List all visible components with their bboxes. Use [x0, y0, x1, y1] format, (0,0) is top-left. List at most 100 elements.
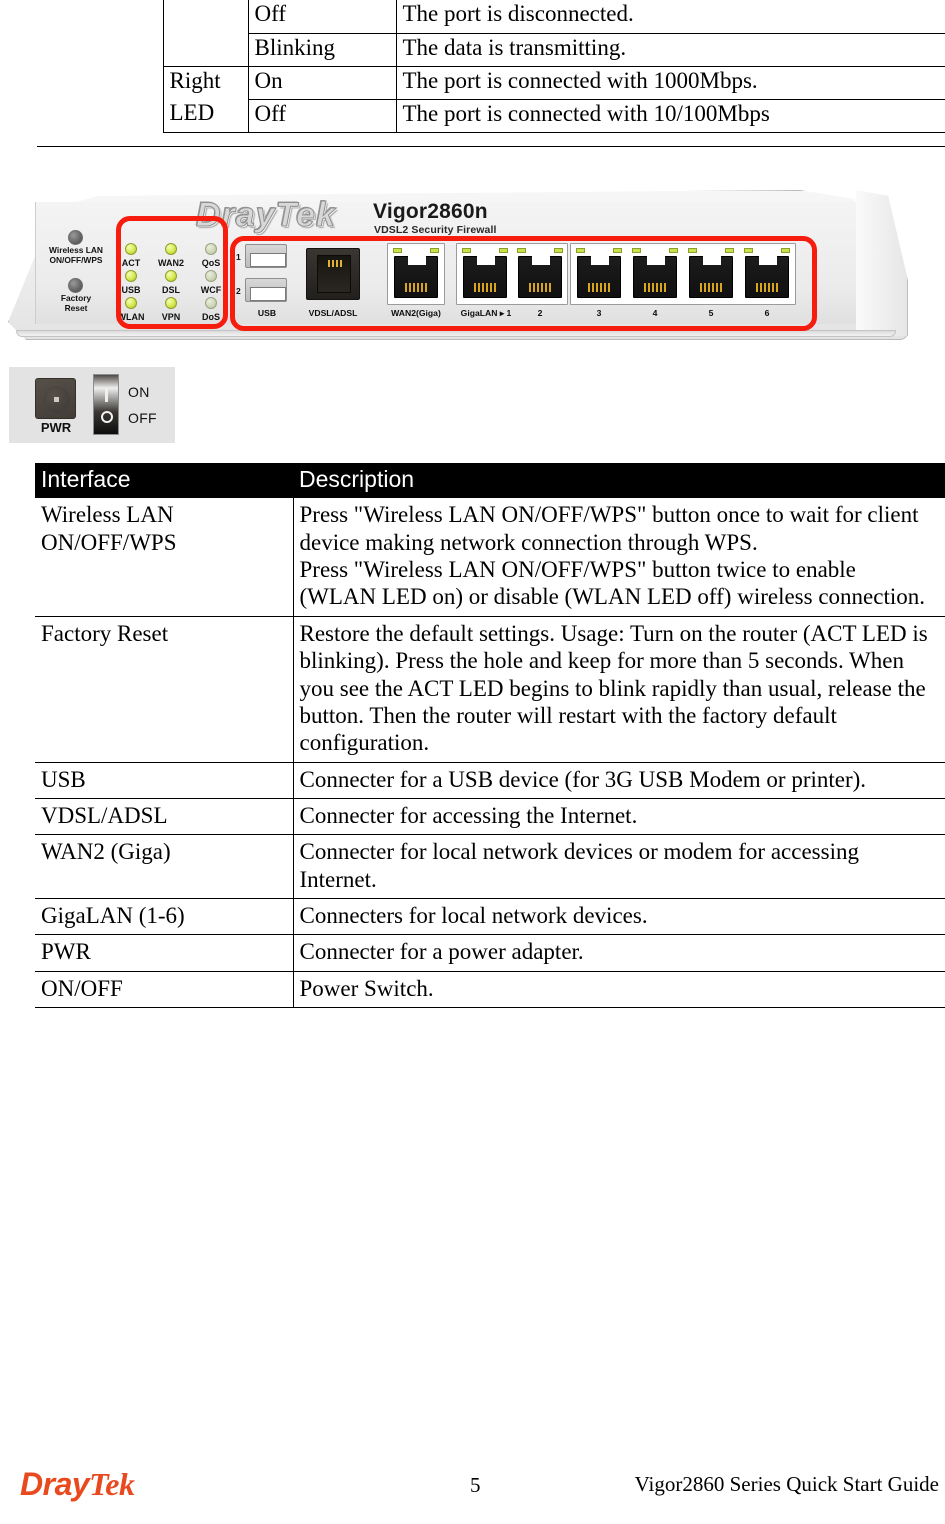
dos-led-label: DoS — [202, 312, 220, 322]
led-desc-cell: The data is transmitting. — [395, 32, 945, 67]
table-row: Blinking The data is transmitting. — [37, 32, 945, 67]
led-state-cell: Blinking — [247, 32, 397, 67]
wan2-left-led-icon — [393, 248, 402, 253]
gigalan-port-2[interactable] — [518, 256, 562, 298]
qos-led-label: QoS — [201, 258, 221, 268]
switch-on-symbol-icon — [105, 388, 108, 402]
gigalan-port-4[interactable] — [633, 256, 677, 298]
power-jack-connector[interactable] — [35, 378, 76, 419]
table-row: PWR Connecter for a power adapter. — [35, 934, 945, 972]
table-row: VDSL/ADSL Connecter for accessing the Int… — [35, 798, 945, 836]
gigalan-port-3[interactable] — [577, 256, 621, 298]
vdsl-adsl-port[interactable] — [306, 248, 360, 300]
guide-title: Vigor2860 Series Quick Start Guide — [634, 1472, 939, 1496]
usb-led-icon — [125, 270, 137, 282]
factory-reset-label-line2: Reset — [64, 302, 88, 313]
gigalan-port-4-label: 4 — [652, 308, 658, 318]
wlan-led-label: WLAN — [117, 312, 145, 322]
chassis-right-side — [856, 190, 908, 336]
lan3-left-led-icon — [576, 248, 585, 253]
lan1-right-led-icon — [499, 248, 508, 253]
interface-name-cell: ON/OFF — [35, 971, 294, 1009]
wireless-lan-button-label: Wireless LAN ON/OFF/WPS — [34, 245, 118, 266]
led-group-cell-empty — [37, 99, 164, 132]
pwr-label: PWR — [40, 420, 72, 435]
interface-description-table: Interface Description Wireless LAN ON/OF… — [35, 463, 945, 1009]
wan2-rj45-port[interactable] — [394, 256, 438, 298]
factory-reset-button[interactable] — [68, 278, 83, 293]
dsl-led-icon — [165, 270, 177, 282]
wireless-lan-wps-button[interactable] — [68, 230, 83, 245]
interface-description-cell: Connecter for a power adapter. — [293, 934, 945, 972]
interface-name-cell: Factory Reset — [35, 616, 294, 763]
lan5-right-led-icon — [725, 248, 734, 253]
page-number: 5 — [470, 1473, 481, 1497]
switch-off-label: OFF — [128, 410, 157, 426]
section-rule — [37, 146, 945, 147]
table-row: Off The port is disconnected. — [37, 0, 945, 34]
draytek-logo-embossed: DrayTek — [196, 196, 336, 235]
gigalan-port-6[interactable] — [745, 256, 789, 298]
lan5-pins — [700, 283, 724, 292]
interface-name-cell: USB — [35, 762, 294, 799]
wan2-led-icon — [165, 243, 177, 255]
table-row: Wireless LAN ON/OFF/WPS Press "Wireless L… — [35, 498, 945, 617]
gigalan-port-1[interactable] — [463, 256, 507, 298]
usb-port-1-number: 1 — [236, 252, 241, 262]
gigalan-port-5-label: 5 — [708, 308, 714, 318]
led-group-cell: Right — [162, 65, 249, 99]
lan1-left-led-icon — [462, 248, 471, 253]
table-row: USB Connecter for a USB device (for 3G US… — [35, 762, 945, 799]
draytek-footer-logo: DrayTek — [20, 1466, 135, 1503]
led-desc-cell: The port is connected with 1000Mbps. — [395, 65, 945, 100]
lan4-right-led-icon — [669, 248, 678, 253]
lan3-right-led-icon — [613, 248, 622, 253]
interface-name-cell: VDSL/ADSL — [35, 798, 294, 836]
led-group-cell-empty — [37, 33, 164, 66]
interface-description-cell: Connecter for local network devices or m… — [293, 834, 945, 900]
power-switch-rocker[interactable] — [93, 374, 119, 435]
table-row: Right On The port is connected with 1000… — [37, 65, 945, 100]
wireless-lan-label-line1: Wireless LAN — [49, 245, 103, 255]
dos-led-icon — [205, 297, 217, 309]
act-led-icon — [125, 243, 137, 255]
usb-port-group-label: USB — [257, 308, 277, 318]
router-chassis: DrayTek Vigor2860n VDSL2 Security Firewa… — [8, 186, 908, 346]
usb-port-1[interactable] — [245, 244, 287, 268]
wan2-rj45-pins — [405, 283, 429, 292]
router-front-panel-figure: DrayTek Vigor2860n VDSL2 Security Firewa… — [8, 186, 908, 346]
lan6-pins — [756, 283, 780, 292]
interface-description-cell: Connecter for a USB device (for 3G USB M… — [293, 762, 945, 799]
led-state-cell: On — [247, 65, 397, 100]
lan2-right-led-icon — [554, 248, 563, 253]
switch-on-label: ON — [128, 384, 150, 400]
gigalan-port-5[interactable] — [689, 256, 733, 298]
interface-name-cell: PWR — [35, 934, 294, 972]
qos-led-icon — [205, 243, 217, 255]
interface-name-cell: Wireless LAN ON/OFF/WPS — [35, 498, 294, 617]
logo-dray-text: Dray — [20, 1466, 90, 1502]
factory-reset-button-label: Factory Reset — [34, 293, 118, 314]
lan1-pins — [474, 283, 498, 292]
page-footer: DrayTek 5 Vigor2860 Series Quick Start G… — [0, 1466, 945, 1506]
wcf-led-label: WCF — [200, 285, 222, 295]
router-model-name: Vigor2860n — [373, 200, 488, 223]
led-group-cell — [162, 33, 249, 67]
wcf-led-icon — [205, 270, 217, 282]
led-group-cell: LED — [162, 99, 249, 133]
table-header-row: Interface Description — [35, 463, 945, 499]
led-desc-cell: The port is disconnected. — [395, 0, 945, 34]
lan3-pins — [588, 283, 612, 292]
power-panel-figure: PWR ON OFF — [9, 367, 175, 443]
interface-description-cell: Restore the default settings. Usage: Tur… — [293, 616, 945, 763]
lan4-pins — [644, 283, 668, 292]
lan6-right-led-icon — [781, 248, 790, 253]
gigalan-port-6-label: 6 — [764, 308, 770, 318]
wan2-led-label: WAN2 — [157, 258, 184, 268]
led-group-cell — [162, 0, 249, 33]
vdsl-adsl-port-label: VDSL/ADSL — [308, 308, 358, 318]
wan2-right-led-icon — [430, 248, 439, 253]
led-desc-cell: The port is connected with 10/100Mbps — [395, 98, 945, 133]
interface-description-cell: Connecters for local network devices. — [293, 898, 945, 936]
usb-port-2[interactable] — [245, 278, 287, 302]
